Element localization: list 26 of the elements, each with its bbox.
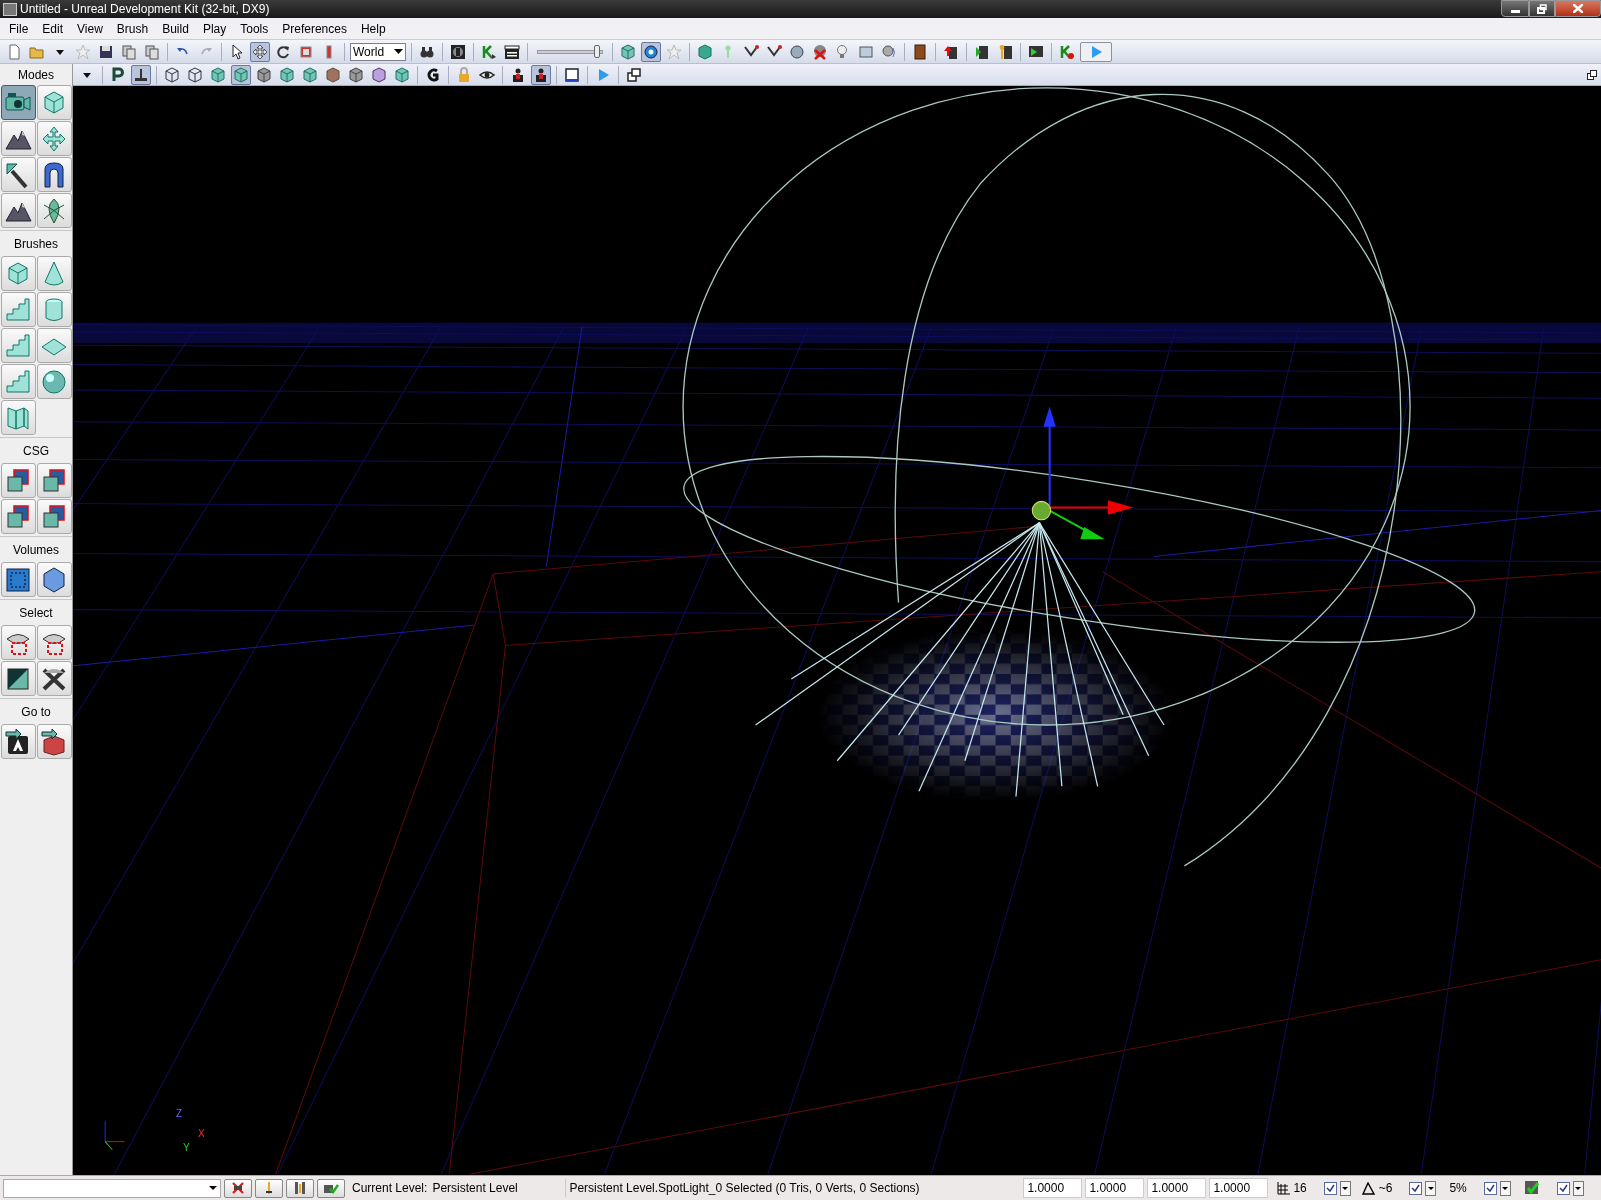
scale-field[interactable]: 1.0000 bbox=[1209, 1178, 1269, 1198]
scale-field[interactable]: 1.0000 bbox=[1023, 1178, 1083, 1198]
mode-dropdown[interactable]: World bbox=[350, 42, 406, 61]
rotation-snap-text: ~6 bbox=[1378, 1180, 1393, 1197]
menu-item[interactable]: Help bbox=[353, 19, 393, 38]
menu-item[interactable]: Play bbox=[195, 19, 234, 38]
axis-label: X bbox=[198, 1129, 205, 1139]
scale-snap-text: 5% bbox=[1449, 1180, 1467, 1197]
menu-item[interactable]: Preferences bbox=[275, 19, 354, 38]
menu-item[interactable]: Brush bbox=[109, 19, 156, 38]
grid-size-text: 16 bbox=[1293, 1180, 1307, 1197]
axis-label: Y bbox=[183, 1143, 190, 1153]
viewport[interactable]: Z X Y bbox=[73, 86, 1601, 1175]
selection-info: Persistent Level.SpotLight_0 Selected (0 Tris, 0 Verts, 0 Sections) bbox=[565, 1179, 1021, 1197]
menu-item[interactable]: Tools bbox=[233, 19, 276, 38]
menu-item[interactable]: File bbox=[2, 19, 36, 38]
window-title: Untitled - Unreal Development Kit (32-bit, DX9) bbox=[20, 1, 270, 18]
current-level-value: Persistent Level bbox=[432, 1180, 519, 1197]
axis-label: Z bbox=[176, 1109, 183, 1119]
scale-field[interactable]: 1.0000 bbox=[1147, 1178, 1207, 1198]
menu-item[interactable]: View bbox=[70, 19, 110, 38]
scale-field[interactable]: 1.0000 bbox=[1085, 1178, 1145, 1198]
menu-item[interactable]: Edit bbox=[35, 19, 71, 38]
section-title: Modes bbox=[18, 66, 54, 84]
current-level-label: Current Level: bbox=[352, 1180, 428, 1197]
menu-item[interactable]: Build bbox=[155, 19, 196, 38]
